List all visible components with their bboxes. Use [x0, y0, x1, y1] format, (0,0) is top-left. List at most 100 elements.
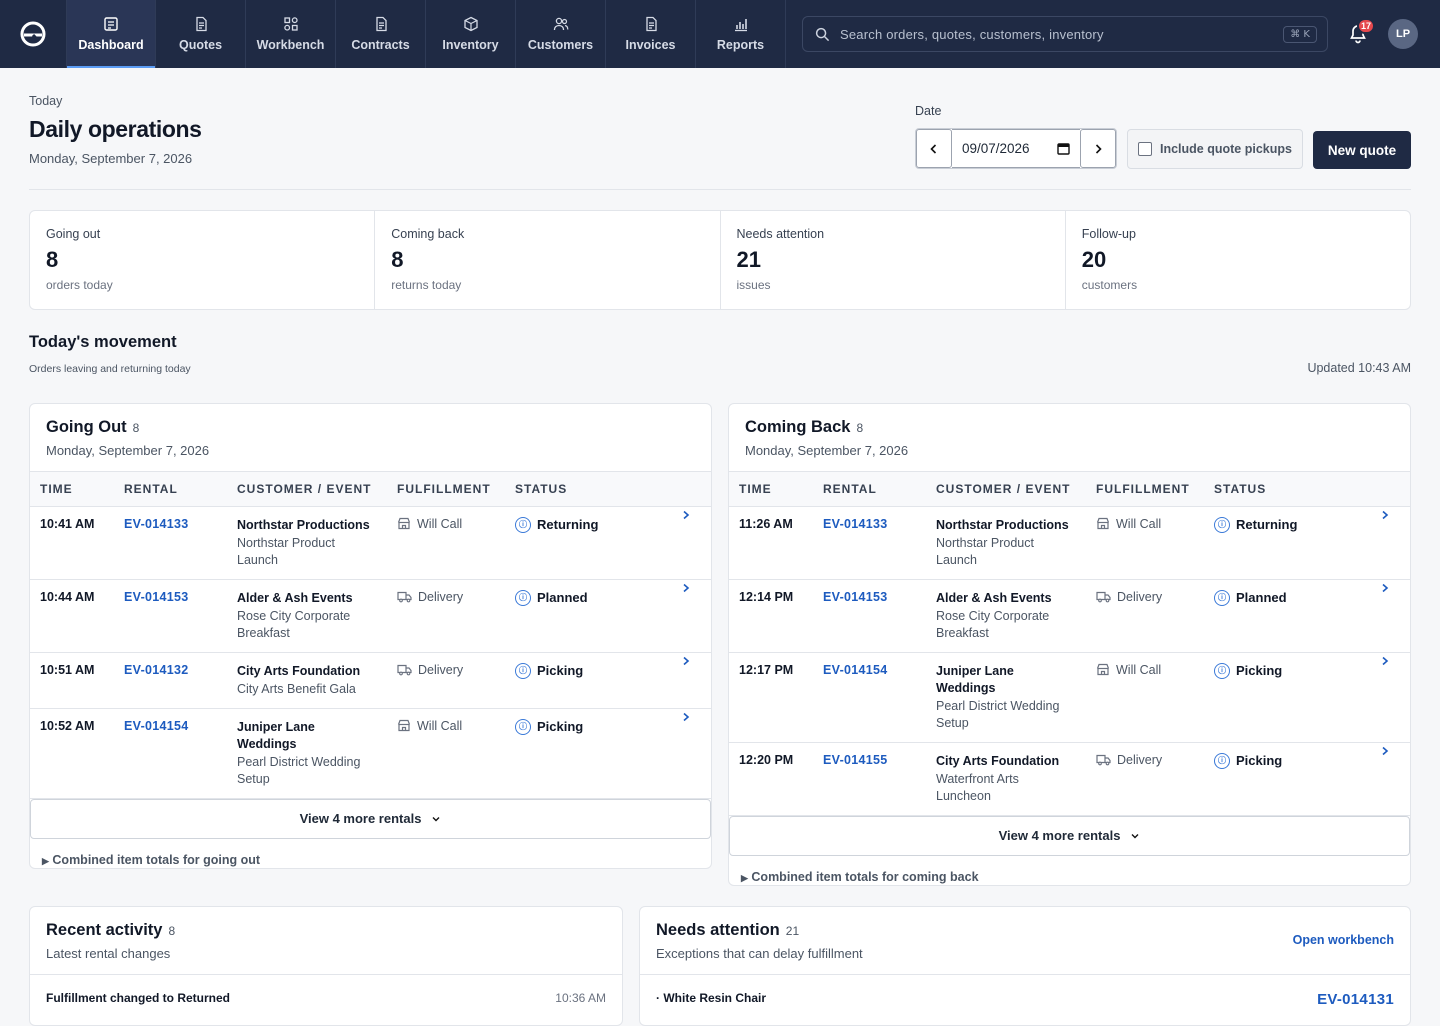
stat-needs-attention[interactable]: Needs attention 21 issues [721, 211, 1066, 309]
status-label: Picking [1236, 663, 1283, 678]
stat-sub: orders today [46, 278, 113, 292]
column-header-actions [1370, 472, 1410, 507]
include-quote-pickups-toggle[interactable]: Include quote pickups [1127, 129, 1303, 169]
rental-link[interactable]: EV-014154 [823, 663, 888, 677]
view-more-rentals-button[interactable]: View 4 more rentals [729, 815, 1410, 856]
row-open-button[interactable] [671, 506, 711, 580]
table-row[interactable]: 10:51 AM EV-014132 City Arts Foundation Cit… [30, 652, 711, 709]
row-open-button[interactable] [1370, 506, 1410, 580]
panel-date: Monday, September 7, 2026 [745, 443, 909, 458]
date-input[interactable]: 09/07/2026 [952, 129, 1080, 168]
table-header-row: TIME RENTAL CUSTOMER / EVENT FULFILLMENT STA… [729, 472, 1410, 507]
view-more-rentals-button[interactable]: View 4 more rentals [30, 798, 711, 839]
store-icon [397, 719, 411, 732]
table-row[interactable]: 11:26 AM EV-014133 Northstar Productions No… [729, 506, 1410, 580]
combined-totals-label: Combined item totals for coming back [751, 869, 979, 884]
new-quote-button[interactable]: New quote [1313, 131, 1411, 169]
table-row[interactable]: 10:41 AM EV-014133 Northstar Productions No… [30, 506, 711, 580]
event-name: Waterfront Arts Luncheon [936, 771, 1019, 803]
document-icon [375, 16, 387, 32]
customer-name: Juniper Lane Weddings [237, 719, 315, 751]
stat-label: Follow-up [1081, 227, 1136, 241]
panel-count: 8 [856, 421, 864, 435]
column-header: FULFILLMENT [1086, 472, 1204, 507]
activity-item[interactable]: Fulfillment changed to Returned 10:36 AM [30, 975, 622, 1021]
row-open-button[interactable] [671, 708, 711, 799]
store-icon [1096, 663, 1110, 676]
stat-value: 8 [46, 247, 59, 272]
chart-icon [734, 19, 747, 32]
rental-link[interactable]: EV-014133 [124, 517, 189, 531]
nav-item-reports[interactable]: Reports [696, 0, 786, 68]
previous-day-button[interactable] [916, 129, 952, 168]
row-open-button[interactable] [671, 579, 711, 653]
row-open-button[interactable] [1370, 742, 1410, 816]
stat-follow-up[interactable]: Follow-up 20 customers [1066, 211, 1410, 309]
stat-coming-back[interactable]: Coming back 8 returns today [375, 211, 721, 309]
header-divider [29, 189, 1411, 190]
document-icon [195, 16, 207, 32]
combined-totals-toggle[interactable]: ▶ Combined item totals for coming back [729, 856, 1410, 886]
customer-name: Juniper Lane Weddings [936, 663, 1014, 695]
panel-header: Recent activity 8 Latest rental changes [30, 907, 622, 975]
table-row[interactable]: 12:17 PM EV-014154 Juniper Lane Weddings Pe… [729, 652, 1410, 743]
next-day-button[interactable] [1080, 129, 1116, 168]
include-quote-pickups-checkbox[interactable] [1138, 142, 1152, 156]
nav-item-workbench[interactable]: Workbench [246, 0, 336, 68]
chevron-right-icon [683, 583, 690, 592]
rental-cell: EV-014154 [114, 708, 227, 799]
table-row[interactable]: 12:20 PM EV-014155 City Arts Foundation Wat… [729, 742, 1410, 816]
rental-link[interactable]: EV-014153 [823, 590, 888, 604]
row-open-button[interactable] [1370, 579, 1410, 653]
stat-label: Coming back [391, 227, 465, 241]
column-header: CUSTOMER / EVENT [926, 472, 1086, 507]
calendar-icon[interactable] [1057, 142, 1070, 155]
notification-badge: 17 [1357, 18, 1375, 34]
row-open-button[interactable] [671, 652, 711, 709]
nav-label: Quotes [178, 38, 223, 52]
open-workbench-link[interactable]: Open workbench [1293, 933, 1394, 947]
fulfillment-cell: Delivery [387, 579, 505, 653]
rental-link[interactable]: EV-014155 [823, 753, 888, 767]
nav-item-quotes[interactable]: Quotes [156, 0, 246, 68]
search-input[interactable] [840, 26, 1274, 42]
table-row[interactable]: 10:52 AM EV-014154 Juniper Lane Weddings Pe… [30, 708, 711, 799]
rental-link[interactable]: EV-014133 [823, 517, 888, 531]
combined-totals-toggle[interactable]: ▶ Combined item totals for going out [30, 839, 711, 869]
table-row[interactable]: 12:14 PM EV-014153 Alder & Ash Events Rose … [729, 579, 1410, 653]
panel-subtitle: Exceptions that can delay fulfillment [656, 946, 863, 961]
nav-item-contracts[interactable]: Contracts [336, 0, 426, 68]
column-header: STATUS [505, 472, 671, 507]
row-open-button[interactable] [1370, 652, 1410, 743]
time-cell: 12:20 PM [729, 742, 813, 816]
table-row[interactable]: 10:44 AM EV-014153 Alder & Ash Events Rose … [30, 579, 711, 653]
stat-going-out[interactable]: Going out 8 orders today [30, 211, 376, 309]
fulfillment-label: Delivery [1117, 589, 1163, 604]
column-header: RENTAL [813, 472, 926, 507]
logo-icon [20, 21, 46, 47]
user-avatar[interactable]: LP [1388, 19, 1418, 49]
stat-sub: issues [736, 278, 771, 292]
global-search[interactable]: ⌘ K [802, 16, 1328, 52]
date-label: Date [915, 104, 942, 118]
status-label: Picking [537, 719, 584, 734]
rental-link[interactable]: EV-014154 [124, 719, 189, 733]
rental-link[interactable]: EV-014132 [124, 663, 189, 677]
search-icon [815, 27, 830, 41]
panel-title: Recent activity [46, 921, 163, 939]
nav-item-invoices[interactable]: Invoices [606, 0, 696, 68]
fulfillment-cell: Delivery [1086, 579, 1204, 653]
event-name: Northstar Product Launch [237, 535, 335, 567]
fulfillment-label: Will Call [1116, 662, 1162, 677]
app-logo[interactable] [0, 0, 66, 68]
combined-totals-label: Combined item totals for going out [52, 852, 261, 867]
nav-item-customers[interactable]: Customers [516, 0, 606, 68]
nav-label: Customers [527, 38, 594, 52]
customer-name: Northstar Productions [936, 517, 1069, 532]
nav-item-inventory[interactable]: Inventory [426, 0, 516, 68]
stat-label: Needs attention [736, 227, 825, 241]
time-cell: 12:17 PM [729, 652, 813, 743]
status-cell: ⓘ Planned [1204, 579, 1370, 653]
nav-item-dashboard[interactable]: Dashboard [66, 0, 156, 68]
rental-link[interactable]: EV-014153 [124, 590, 189, 604]
